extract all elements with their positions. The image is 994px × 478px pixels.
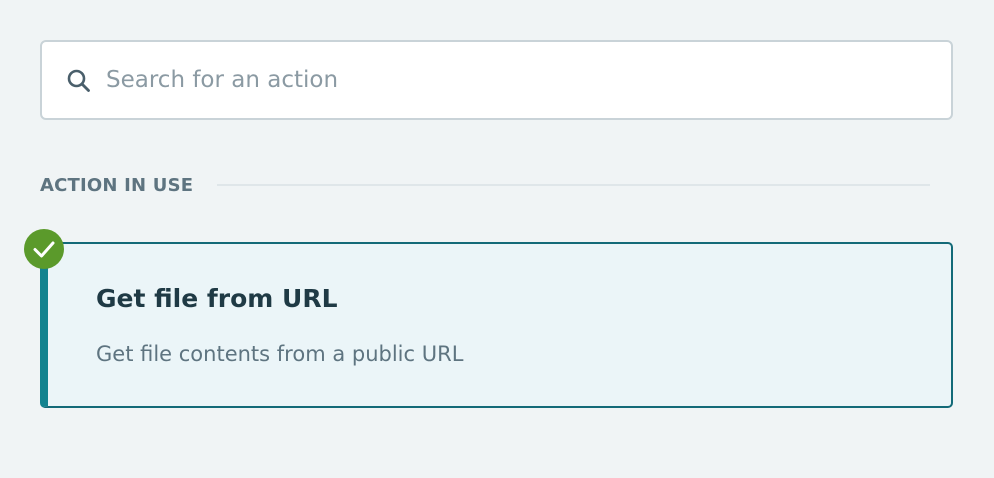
- section-header: ACTION IN USE: [40, 172, 930, 198]
- section-title: ACTION IN USE: [40, 174, 194, 196]
- action-description: Get file contents from a public URL: [96, 342, 464, 366]
- search-input[interactable]: [106, 42, 935, 118]
- section-divider: [217, 184, 930, 186]
- search-box[interactable]: [40, 40, 953, 120]
- action-title: Get file from URL: [96, 284, 338, 313]
- check-icon: [24, 229, 64, 269]
- search-icon: [67, 69, 90, 92]
- action-card[interactable]: Get file from URL Get file contents from…: [40, 242, 953, 408]
